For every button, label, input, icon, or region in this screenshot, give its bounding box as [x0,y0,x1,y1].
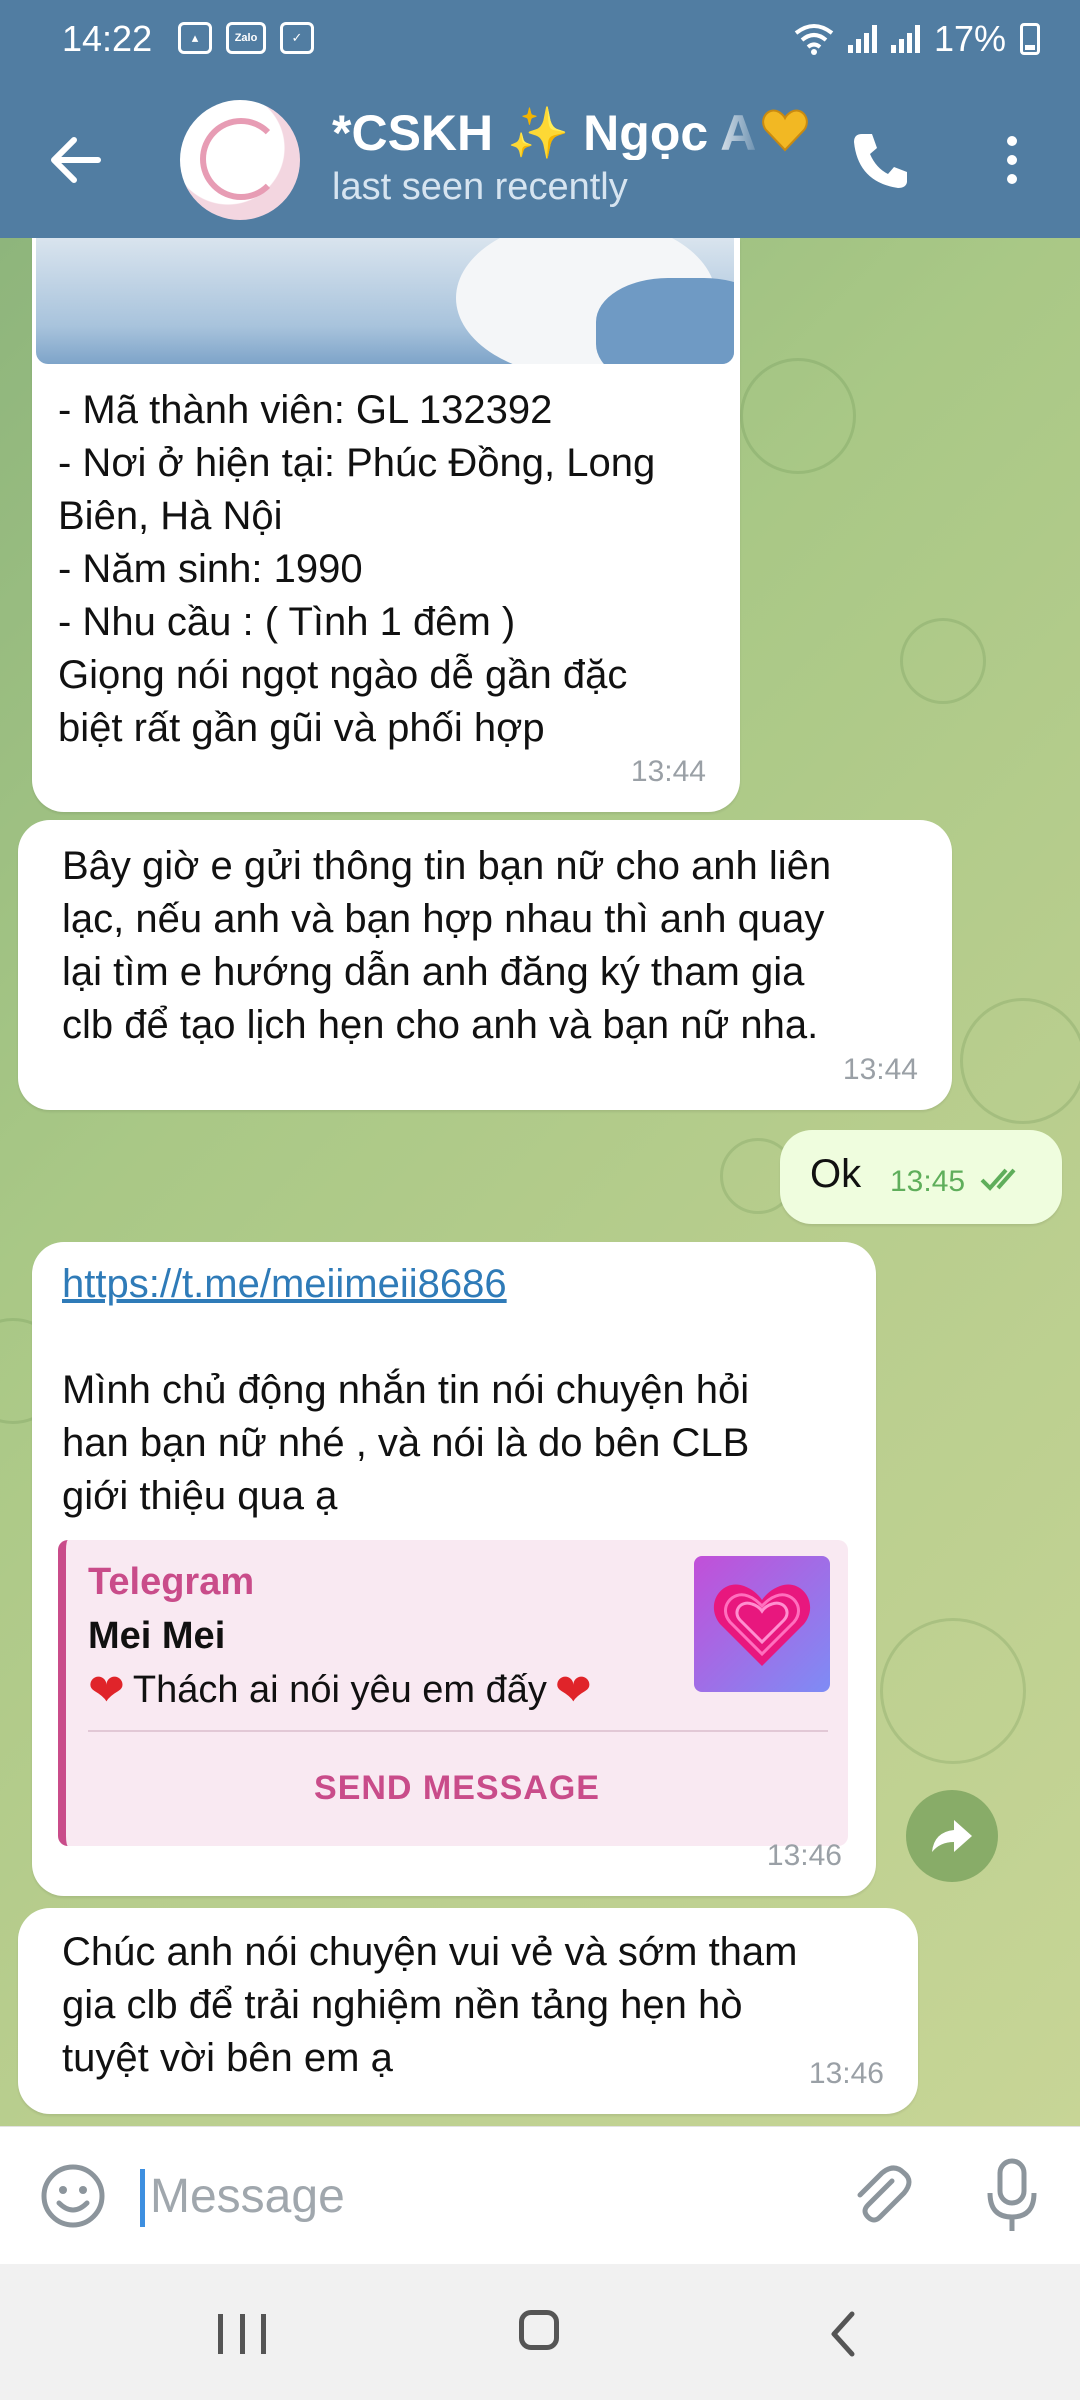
text-line: - Năm sinh: 1990 [58,547,363,591]
text-line: - Nơi ở hiện tại: Phúc Đồng, Long [58,441,656,485]
message-bubble[interactable]: Chúc anh nói chuyện vui vẻ và sớm tham g… [18,1908,918,2114]
message-time: 13:45 [890,1165,966,1198]
red-heart-icon: ❤ [554,1666,592,1715]
text-line: biệt rất gần gũi và phối hợp [58,706,545,750]
back-arrow-icon[interactable] [44,128,108,192]
emoji-icon[interactable] [40,2163,106,2229]
preview-description-text: Thách ai nói yêu em đấy [132,1669,547,1711]
zalo-icon: Zalo [226,22,266,54]
red-heart-icon: ❤ [88,1666,125,1715]
status-time: 14:22 [62,18,153,59]
message-text: Ok [810,1152,862,1196]
message-time: 13:46 [766,1839,842,1872]
message-input[interactable]: Message [150,2169,345,2224]
message-time: 13:44 [842,1053,918,1086]
microphone-icon[interactable] [982,2157,1042,2235]
shared-photo[interactable] [36,238,734,364]
text-line: gia clb để trải nghiệm nền tảng hẹn hò [62,1983,743,2027]
preview-thumbnail[interactable] [694,1556,830,1692]
text-line: han bạn nữ nhé , và nói là do bên CLB [62,1421,750,1465]
message-bubble[interactable]: https://t.me/meiimeii8686 Mình chủ động … [32,1242,876,1896]
avatar-moon-logo [200,118,282,200]
app-header: 14:22 ▴ Zalo ✓ 17% *CSKH ✨ Ngọc A last s… [0,0,1080,238]
notification-icons: ▴ Zalo ✓ [178,22,314,54]
message-time: 13:46 [808,2057,884,2090]
preview-title: Mei Mei [88,1615,226,1657]
signal-icon [847,25,877,53]
phone-call-icon[interactable] [850,128,910,192]
text-cursor [140,2169,145,2227]
message-text: Chúc anh nói chuyện vui vẻ và sớm tham g… [62,1926,798,2085]
preview-divider [88,1730,828,1732]
telegram-link[interactable]: https://t.me/meiimeii8686 [62,1258,507,1311]
message-time: 13:44 [630,755,706,788]
text-line: - Mã thành viên: GL 132392 [58,388,553,432]
text-line: giới thiệu qua ạ [62,1474,338,1518]
text-line: Giọng nói ngọt ngào dễ gần đặc [58,653,628,697]
pink-heart-icon [713,1584,811,1666]
recent-apps-icon[interactable] [218,2314,266,2354]
text-line: Biên, Hà Nội [58,494,283,538]
text-line: clb để tạo lịch hẹn cho anh và bạn nữ nh… [62,1003,819,1047]
status-right: 17% [794,18,1040,60]
check-icon: ✓ [280,22,314,54]
home-icon[interactable] [519,2310,559,2350]
message-bubble[interactable]: - Mã thành viên: GL 132392 - Nơi ở hiện … [32,238,740,812]
gold-heart-icon [762,109,808,152]
status-bar: 14:22 ▴ Zalo ✓ 17% [0,0,1080,78]
gallery-icon: ▴ [178,22,212,54]
chat-area[interactable]: - Mã thành viên: GL 132392 - Nơi ở hiện … [0,238,1080,2126]
text-line: Bây giờ e gửi thông tin bạn nữ cho anh l… [62,844,832,888]
forward-arrow-icon [932,1820,972,1852]
more-options-icon[interactable] [1000,130,1024,190]
text-line: - Nhu cầu : ( Tình 1 đêm ) [58,600,516,644]
battery-icon [1020,23,1040,55]
message-text: Mình chủ động nhắn tin nói chuyện hỏi ha… [62,1364,749,1523]
last-seen-status: last seen recently [332,166,628,208]
link-preview[interactable]: Telegram Mei Mei ❤ Thách ai nói yêu em đ… [58,1540,848,1846]
text-line: Chúc anh nói chuyện vui vẻ và sớm tham [62,1930,798,1974]
message-bubble[interactable]: Bây giờ e gửi thông tin bạn nữ cho anh l… [18,820,952,1110]
nav-back-icon[interactable] [828,2310,858,2358]
outgoing-message-bubble[interactable]: Ok 13:45 [780,1130,1062,1224]
text-line: lạc, nếu anh và bạn hợp nhau thì anh qua… [62,897,825,941]
title-fade [706,104,766,160]
attach-icon[interactable] [846,2161,916,2231]
signal-icon-2 [890,25,920,53]
forward-button[interactable] [906,1790,998,1882]
battery-percent: 17% [933,18,1006,59]
wifi-icon [794,24,834,55]
preview-site-name: Telegram [88,1561,255,1603]
send-message-button[interactable]: SEND MESSAGE [66,1762,848,1815]
text-line: Mình chủ động nhắn tin nói chuyện hỏi [62,1368,750,1412]
message-text: - Mã thành viên: GL 132392 - Nơi ở hiện … [58,384,655,755]
message-text: Bây giờ e gửi thông tin bạn nữ cho anh l… [62,840,831,1052]
system-nav-bar [0,2264,1080,2400]
preview-description: ❤ Thách ai nói yêu em đấy ❤ [88,1664,592,1717]
text-line: tuyệt vời bên em ạ [62,2036,393,2080]
text-line: lại tìm e hướng dẫn anh đăng ký tham gia [62,950,805,994]
message-composer: Message [0,2126,1080,2265]
double-check-icon [980,1168,1016,1191]
avatar[interactable] [180,100,300,220]
